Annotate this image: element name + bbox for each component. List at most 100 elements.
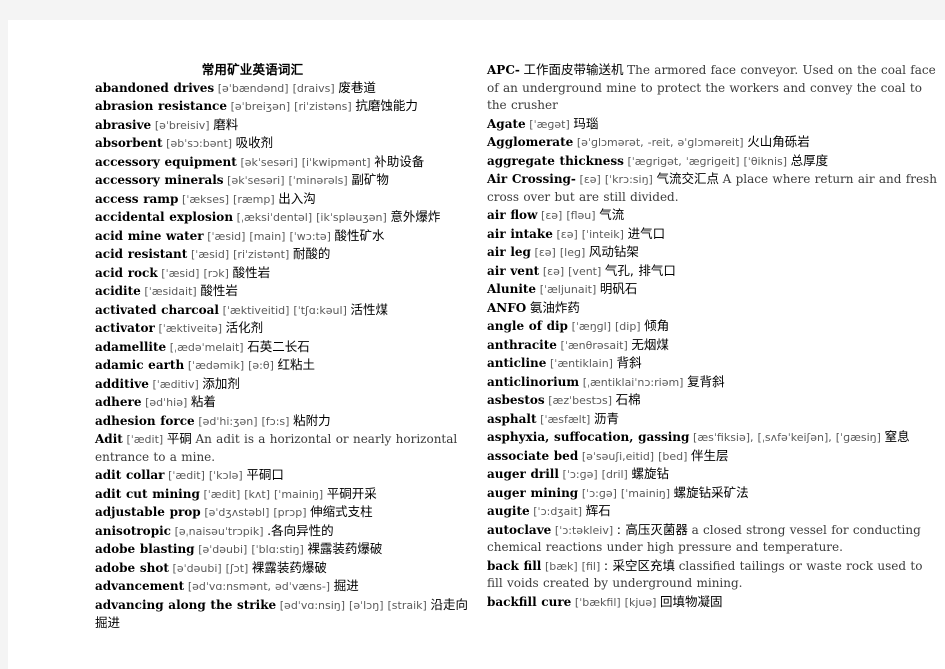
dictionary-entry: autoclave [ˈɔ:təkleiv] : 高压灭菌器 a closed … xyxy=(487,521,937,557)
entry-phonetic: [ˈæktiveitə] xyxy=(158,322,222,335)
entry-phonetic: [ˈæditiv] xyxy=(152,377,199,391)
dictionary-entry: Air Crossing- [ɛə] [ˈkrɔ:siŋ] 气流交汇点 A pl… xyxy=(487,170,937,206)
entry-headword: air intake xyxy=(487,226,553,241)
entry-chinese-gloss: 石棉 xyxy=(615,392,641,407)
entry-chinese-gloss: 平硐口 xyxy=(246,467,284,482)
entry-phonetic: [ədˈhiə] xyxy=(145,396,188,409)
entry-chinese-gloss: 风动钻架 xyxy=(588,244,639,259)
dictionary-entry: activated charcoal [ˈæktiveitid] [ˈtʃɑ:k… xyxy=(95,301,480,320)
dictionary-entry: angle of dip [ˈæŋɡl] [dip] 倾角 xyxy=(487,317,937,336)
entry-headword: abandoned drives xyxy=(95,80,215,95)
dictionary-entry: advancing along the strike [ədˈvɑ:nsiŋ] … xyxy=(95,596,480,633)
entry-chinese-gloss: 气流 xyxy=(599,207,625,222)
entry-phonetic: [əkˈsesəri] [ˈminərəls] xyxy=(227,174,348,187)
entry-headword: adhesion force xyxy=(95,413,195,428)
entry-headword: adjustable prop xyxy=(95,505,201,519)
entry-phonetic: [ˈæsid] [main] [ˈwɔ:tə] xyxy=(207,229,331,243)
dictionary-entry: abrasion resistance [əˈbreiʒən] [riˈzist… xyxy=(95,97,480,116)
entry-chinese-gloss: 进气口 xyxy=(627,225,666,241)
dictionary-entry: anthracite [ˈænθrəsait] 无烟煤 xyxy=(487,336,937,355)
dictionary-entry: Agate [ˈæɡət] 玛瑙 xyxy=(487,115,937,134)
right-entry-list: APC- 工作面皮带输送机 The armored face conveyor.… xyxy=(487,61,937,611)
entry-headword: APC- xyxy=(487,63,520,77)
entry-headword: activated charcoal xyxy=(95,302,219,317)
entry-phonetic: [ˈædit] [ˈkɔlə] xyxy=(168,469,243,482)
entry-phonetic: [əˈɡlɔmərət, -reit, əˈɡlɔməreit] xyxy=(576,136,744,149)
dictionary-entry: abrasive [əˈbreisiv] 磨料 xyxy=(95,116,480,135)
entry-headword: Alunite xyxy=(487,282,537,296)
entry-chinese-gloss: 气孔, 排气口 xyxy=(604,262,676,278)
entry-headword: backfill cure xyxy=(487,594,572,609)
dictionary-entry: air vent [ɛə] [vent] 气孔, 排气口 xyxy=(487,262,937,281)
entry-chinese-gloss: 平硐 xyxy=(166,431,192,446)
dictionary-entry: asbestos [æzˈbestɔs] 石棉 xyxy=(487,391,937,410)
entry-chinese-gloss: 出入沟 xyxy=(278,190,316,206)
dictionary-entry: accessory equipment [əkˈsesəri] [iˈkwipm… xyxy=(95,153,480,172)
entry-headword: activator xyxy=(95,321,155,335)
entry-headword: back fill xyxy=(487,558,542,573)
entry-chinese-gloss: 螺旋钻 xyxy=(631,466,669,481)
entry-phonetic: [ˈæɡət] xyxy=(529,117,570,131)
entry-headword: anticline xyxy=(487,356,547,370)
entry-phonetic: [əˈdʒʌstəbl] [prɔp] xyxy=(204,506,307,519)
entry-headword: Agglomerate xyxy=(487,135,574,149)
entry-phonetic: [əˈbreisiv] xyxy=(154,118,210,132)
entry-chinese-gloss: 辉石 xyxy=(585,503,611,518)
dictionary-entry: Alunite [ˈæljunait] 明矾石 xyxy=(487,280,937,299)
entry-phonetic: [əkˈsesəri] [iˈkwipmənt] xyxy=(240,155,371,169)
dictionary-entry: asphyxia, suffocation, gassing [æsˈfiksi… xyxy=(487,428,937,447)
entry-phonetic: [ˈædəmik] [ə:θ] xyxy=(187,359,274,372)
dictionary-entry: anticlinorium [ˌæntiklaiˈnɔ:riəm] 复背斜 xyxy=(487,373,937,392)
entry-phonetic: [ˌæntiklaiˈnɔ:riəm] xyxy=(582,375,684,389)
entry-chinese-gloss: : 高压灭菌器 xyxy=(616,521,688,537)
dictionary-entry: additive [ˈæditiv] 添加剂 xyxy=(95,375,480,394)
entry-phonetic: [ˈbækfil] [kjuə] xyxy=(574,595,657,609)
entry-headword: abrasion resistance xyxy=(95,99,227,113)
entry-chinese-gloss: 螺旋钻采矿法 xyxy=(673,484,749,500)
entry-chinese-gloss: 添加剂 xyxy=(202,375,240,391)
entry-chinese-gloss: 窒息 xyxy=(884,429,910,444)
dictionary-entry: Adit [ˈædit] 平硐 An adit is a horizontal … xyxy=(95,430,480,466)
entry-headword: autoclave xyxy=(487,522,552,537)
entry-phonetic: [ˈæsfælt] xyxy=(540,412,591,426)
entry-chinese-gloss: 红粘土 xyxy=(277,357,316,372)
entry-chinese-gloss: 酸性岩 xyxy=(232,264,271,280)
entry-headword: ANFO xyxy=(487,300,527,315)
entry-phonetic: [ˈɔ:ɡə] [dril] xyxy=(562,468,628,481)
entry-chinese-gloss: .各向异性的 xyxy=(267,522,334,538)
entry-headword: air vent xyxy=(487,263,540,278)
dictionary-entry: adamic earth [ˈædəmik] [ə:θ] 红粘土 xyxy=(95,356,480,375)
entry-chinese-gloss: 复背斜 xyxy=(687,373,725,389)
dictionary-entry: air intake [ɛə] [ˈinteik] 进气口 xyxy=(487,225,937,244)
entry-headword: adobe blasting xyxy=(95,542,195,556)
entry-phonetic: [ədˈvɑ:nsmənt, ədˈvæns-] xyxy=(187,580,331,593)
entry-phonetic: [ədˈvɑ:nsiŋ] [əˈlɔŋ] [straik] xyxy=(279,598,427,612)
entry-chinese-gloss: 氨油炸药 xyxy=(529,299,580,315)
entry-chinese-gloss: 火山角砾岩 xyxy=(747,134,810,149)
entry-headword: anticlinorium xyxy=(487,374,580,389)
dictionary-entry: activator [ˈæktiveitə] 活化剂 xyxy=(95,319,480,338)
entry-headword: adhere xyxy=(95,395,142,409)
dictionary-entry: adamellite [ˌædəˈmelait] 石英二长石 xyxy=(95,338,480,357)
dictionary-entry: acid resistant [ˈæsid] [riˈzistənt] 耐酸的 xyxy=(95,245,480,264)
dictionary-entry: accessory minerals [əkˈsesəri] [ˈminərəl… xyxy=(95,171,480,190)
entry-headword: asbestos xyxy=(487,393,545,407)
entry-chinese-gloss: 石英二长石 xyxy=(247,338,310,354)
entry-phonetic: [ɛə] [ˈkrɔ:siŋ] xyxy=(579,173,653,186)
entry-headword: advancement xyxy=(95,579,185,593)
entry-phonetic: [ˈæsid] [rɔk] xyxy=(161,266,229,280)
entry-chinese-gloss: 副矿物 xyxy=(351,172,389,187)
dictionary-entry: auger mining [ˈɔ:ɡə] [ˈmainiŋ] 螺旋钻采矿法 xyxy=(487,484,937,503)
entry-headword: aggregate thickness xyxy=(487,153,624,168)
entry-headword: adamellite xyxy=(95,339,167,354)
entry-headword: access ramp xyxy=(95,191,179,206)
entry-chinese-gloss: 伴生层 xyxy=(691,447,729,463)
entry-headword: adit collar xyxy=(95,468,165,482)
entry-chinese-gloss: 粘附力 xyxy=(293,412,331,428)
dictionary-entry: APC- 工作面皮带输送机 The armored face conveyor.… xyxy=(487,61,937,115)
entry-phonetic: [əˌnaisəuˈtrɔpik] xyxy=(174,524,264,538)
dictionary-entry: air leg [ɛə] [leɡ] 风动钻架 xyxy=(487,243,937,262)
dictionary-entry: abandoned drives [əˈbændənd] [draivs] 废巷… xyxy=(95,79,480,98)
entry-chinese-gloss: 酸性岩 xyxy=(200,283,238,298)
dictionary-entry: auger drill [ˈɔ:ɡə] [dril] 螺旋钻 xyxy=(487,465,937,484)
